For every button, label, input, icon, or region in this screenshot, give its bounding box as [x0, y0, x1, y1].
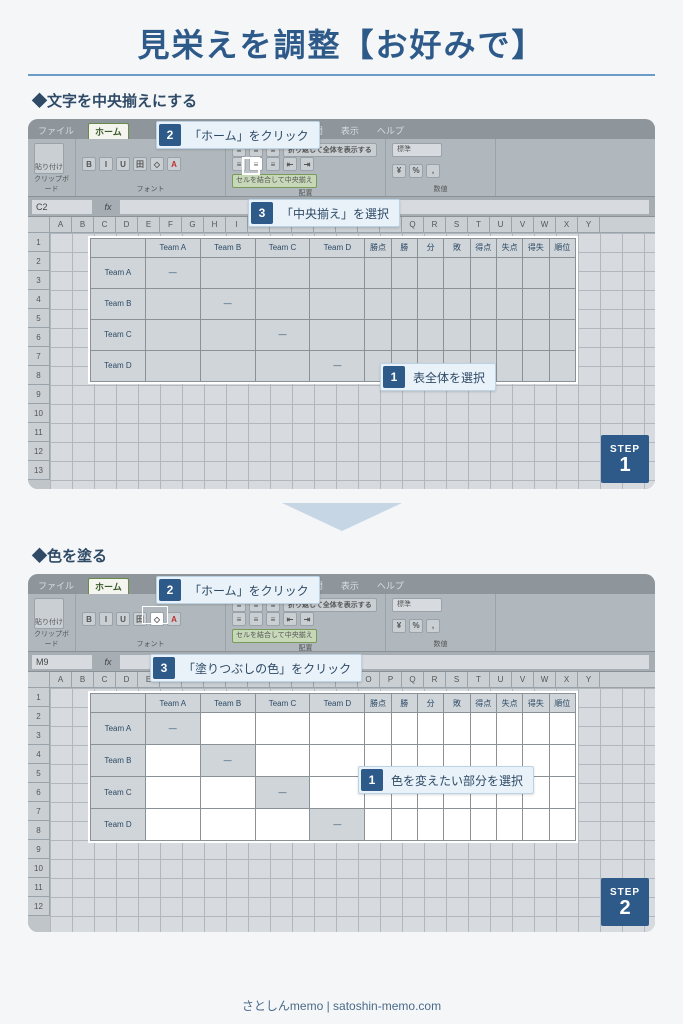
name-box[interactable]: C2	[32, 200, 92, 214]
callout-2: 2「ホーム」をクリック	[156, 121, 320, 149]
col-Y[interactable]: Y	[578, 217, 600, 232]
col-G[interactable]: G	[182, 217, 204, 232]
tab-home-2[interactable]: ホーム	[88, 578, 129, 594]
bold-2[interactable]: B	[82, 612, 96, 626]
ribbon-body: 貼り付け クリップボード B I U 田 ◇ A フォント ≡ ≡ ≡ 折り返し…	[28, 139, 655, 197]
col-T[interactable]: T	[468, 217, 490, 232]
tab-file-2[interactable]: ファイル	[34, 577, 78, 594]
group-font: フォント	[82, 184, 219, 194]
callout-2b: 2「ホーム」をクリック	[156, 576, 320, 604]
tab-help[interactable]: ヘルプ	[373, 122, 408, 139]
row-5[interactable]: 5	[28, 309, 50, 328]
align-right[interactable]: ≡	[266, 157, 280, 171]
highlight-center-align	[242, 157, 260, 175]
italic-button[interactable]: I	[99, 157, 113, 171]
row-1[interactable]: 1	[28, 233, 50, 252]
font-color-button[interactable]: A	[167, 157, 181, 171]
bold-button[interactable]: B	[82, 157, 96, 171]
col-F[interactable]: F	[160, 217, 182, 232]
comma[interactable]: ,	[426, 164, 440, 178]
currency[interactable]: ¥	[392, 164, 406, 178]
fill-color-button[interactable]: ◇	[150, 157, 164, 171]
row-12[interactable]: 12	[28, 442, 50, 461]
footer: さとしんmemo | satoshin-memo.com	[0, 997, 683, 1014]
section1-heading: ◆文字を中央揃えにする	[32, 90, 655, 111]
row-8[interactable]: 8	[28, 366, 50, 385]
col-V[interactable]: V	[512, 217, 534, 232]
selected-table[interactable]: Team A Team B Team C Team D 勝点 勝 分 敗 得点 …	[88, 236, 578, 384]
paste-button-2[interactable]: 貼り付け	[34, 598, 64, 629]
col-D[interactable]: D	[116, 217, 138, 232]
arrow-down-icon	[282, 503, 402, 531]
section2-heading: ◆色を塗る	[32, 545, 655, 566]
underline-2[interactable]: U	[116, 612, 130, 626]
col-X[interactable]: X	[556, 217, 578, 232]
tab-home[interactable]: ホーム	[88, 123, 129, 139]
indent-dec[interactable]: ⇤	[283, 157, 297, 171]
row-10[interactable]: 10	[28, 404, 50, 423]
italic-2[interactable]: I	[99, 612, 113, 626]
col-C[interactable]: C	[94, 217, 116, 232]
ribbon-body-2: 貼り付け クリップボード B I U 田 ◇ A フォント ≡≡≡ 折り返して全…	[28, 594, 655, 652]
step-badge-2: STEP 2	[601, 878, 649, 926]
col-A[interactable]: A	[50, 217, 72, 232]
fx-label: fx	[96, 202, 120, 212]
col-U[interactable]: U	[490, 217, 512, 232]
indent-inc[interactable]: ⇥	[300, 157, 314, 171]
grid: A B C D E F G H I J K L M N O P Q R S T …	[28, 217, 655, 489]
merge-center[interactable]: セルを結合して中央揃え	[232, 174, 317, 188]
step-badge-1: STEP 1	[601, 435, 649, 483]
callout-3b: 3「塗りつぶしの色」をクリック	[150, 654, 362, 682]
col-Q[interactable]: Q	[402, 217, 424, 232]
col-B[interactable]: B	[72, 217, 94, 232]
excel-panel-step2: ファイル ホーム spacer long long long long long…	[28, 574, 655, 932]
row-6[interactable]: 6	[28, 328, 50, 347]
name-box-2[interactable]: M9	[32, 655, 92, 669]
excel-panel-step1: ファイル ホーム spacer long long long long long…	[28, 119, 655, 489]
row-4[interactable]: 4	[28, 290, 50, 309]
callout-1: 1表全体を選択	[380, 363, 496, 391]
tab-view-2[interactable]: 表示	[337, 577, 363, 594]
paste-button[interactable]: 貼り付け	[34, 143, 64, 174]
col-W[interactable]: W	[534, 217, 556, 232]
tab-help-2[interactable]: ヘルプ	[373, 577, 408, 594]
row-13[interactable]: 13	[28, 461, 50, 480]
col-I[interactable]: I	[226, 217, 248, 232]
font-color-2[interactable]: A	[167, 612, 181, 626]
number-format[interactable]: 標準	[392, 143, 442, 157]
row-7[interactable]: 7	[28, 347, 50, 366]
row-9[interactable]: 9	[28, 385, 50, 404]
ribbon-tabs: ファイル ホーム spacer long long long long long…	[28, 119, 655, 139]
ribbon-tabs-2: ファイル ホーム spacer long long long long long…	[28, 574, 655, 594]
row-3[interactable]: 3	[28, 271, 50, 290]
percent[interactable]: %	[409, 164, 423, 178]
highlight-fill-color	[142, 606, 168, 624]
group-number: 数値	[392, 184, 489, 194]
page-title: 見栄えを調整【お好みで】	[28, 20, 655, 76]
border-button[interactable]: 田	[133, 157, 147, 171]
col-H[interactable]: H	[204, 217, 226, 232]
underline-button[interactable]: U	[116, 157, 130, 171]
row-2[interactable]: 2	[28, 252, 50, 271]
tab-view[interactable]: 表示	[337, 122, 363, 139]
row-11[interactable]: 11	[28, 423, 50, 442]
col-R[interactable]: R	[424, 217, 446, 232]
group-clipboard: クリップボード	[34, 174, 69, 194]
callout-1b: 1色を変えたい部分を選択	[358, 766, 534, 794]
col-S[interactable]: S	[446, 217, 468, 232]
callout-3: 3「中央揃え」を選択	[248, 199, 400, 227]
group-align: 配置	[232, 188, 379, 198]
col-E[interactable]: E	[138, 217, 160, 232]
tab-file[interactable]: ファイル	[34, 122, 78, 139]
